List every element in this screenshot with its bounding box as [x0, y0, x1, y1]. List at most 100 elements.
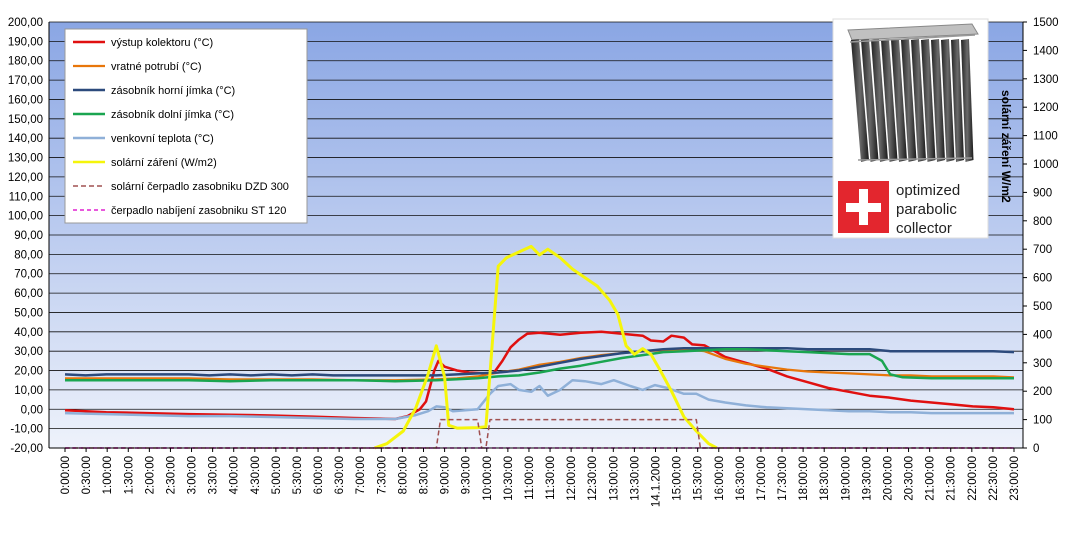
x-tick-label: 7:00:00 [355, 456, 367, 494]
legend-label: čerpadlo nabíjení zasobniku ST 120 [111, 205, 286, 217]
legend-label: vratné potrubí (°C) [111, 61, 202, 73]
logo-text-line1: optimized [896, 182, 960, 199]
y-tick-label: 180,00 [8, 56, 43, 68]
y-tick-label: 140,00 [8, 133, 43, 145]
y2-tick-label: 600 [1033, 273, 1052, 285]
x-tick-label: 6:30:00 [334, 456, 346, 494]
x-tick-label: 13:30:00 [629, 456, 641, 501]
y2-tick-label: 1400 [1033, 45, 1059, 57]
legend-label: solární záření (W/m2) [111, 157, 217, 169]
y2-tick-label: 1100 [1033, 131, 1058, 143]
y2-tick-label: 0 [1033, 443, 1039, 455]
x-tick-label: 2:30:00 [165, 456, 177, 494]
y2-tick-label: 500 [1033, 301, 1052, 313]
x-tick-label: 14.1.2000 [650, 456, 662, 507]
y2-tick-label: 900 [1033, 187, 1052, 199]
x-tick-label: 0:30:00 [81, 456, 93, 494]
y-tick-label: -10,00 [10, 424, 43, 436]
x-tick-label: 21:30:00 [946, 456, 958, 501]
y-tick-label: 110,00 [9, 191, 43, 203]
logo-text-line3: collector [896, 220, 952, 237]
x-tick-label: 15:30:00 [693, 456, 705, 501]
y-tick-label: 70,00 [14, 269, 43, 281]
x-tick-label: 1:30:00 [123, 456, 135, 494]
x-tick-label: 12:30:00 [587, 456, 599, 501]
x-tick-label: 10:00:00 [482, 456, 494, 501]
legend-label: výstup kolektoru (°C) [111, 37, 213, 49]
x-tick-label: 16:30:00 [735, 456, 747, 501]
y2-tick-label: 400 [1033, 329, 1052, 341]
x-tick-label: 5:30:00 [292, 456, 304, 494]
x-tick-label: 1:00:00 [102, 456, 114, 494]
y-tick-label: 100,00 [8, 211, 43, 223]
y-tick-label: 50,00 [14, 307, 43, 319]
x-tick-label: 8:00:00 [397, 456, 409, 494]
x-tick-label: 22:30:00 [988, 456, 1000, 501]
chart: 200,00 190,00 180,00 170,00 160,00 150,00 140,… [8, 17, 1059, 507]
y2-tick-label: 1000 [1033, 159, 1059, 171]
y-tick-label: 80,00 [14, 249, 43, 261]
legend-box [64, 28, 308, 224]
x-tick-label: 4:30:00 [250, 456, 262, 494]
x-tick-label: 9:30:00 [461, 456, 473, 494]
x-tick-label: 19:30:00 [861, 456, 873, 501]
x-tick-label: 19:00:00 [840, 456, 852, 501]
y-tick-label: 0,00 [21, 404, 43, 416]
legend-label: zásobník dolní jímka (°C) [111, 109, 234, 121]
x-tick-label: 22:00:00 [967, 456, 979, 501]
x-tick-label: 6:00:00 [313, 456, 325, 494]
x-tick-label: 10:30:00 [503, 456, 515, 501]
legend-label: venkovní teplota (°C) [111, 133, 214, 145]
y-tick-label: 30,00 [14, 346, 43, 358]
y2-tick-label: 300 [1033, 358, 1052, 370]
y2-tick-label: 800 [1033, 216, 1052, 228]
y-tick-label: 170,00 [8, 75, 43, 87]
y2-tick-label: 700 [1033, 244, 1052, 256]
logo-text-line2: parabolic [896, 201, 957, 218]
x-tick-label: 2:00:00 [144, 456, 156, 494]
x-tick-label: 11:00:00 [524, 456, 536, 500]
y-tick-label: 160,00 [8, 94, 43, 106]
y2-tick-label: 100 [1033, 415, 1052, 427]
x-tick-label: 8:30:00 [419, 456, 431, 494]
y-tick-label: 200,00 [8, 17, 43, 29]
x-tick-label: 15:00:00 [672, 456, 684, 501]
y-tick-label: 40,00 [14, 327, 43, 339]
x-tick-label: 17:00:00 [756, 456, 768, 501]
y-tick-label: 60,00 [14, 288, 43, 300]
y-tick-label: 10,00 [14, 385, 43, 397]
y2-tick-label: 1300 [1033, 74, 1059, 86]
x-tick-label: 16:00:00 [714, 456, 726, 501]
x-tick-label: 0:00:00 [60, 456, 72, 494]
x-tick-label: 4:00:00 [229, 456, 241, 494]
x-tick-label: 3:00:00 [187, 456, 199, 494]
y2-tick-label: 200 [1033, 386, 1052, 398]
x-tick-label: 21:00:00 [925, 456, 937, 501]
x-tick-label: 17:30:00 [777, 456, 789, 501]
x-tick-label: 13:00:00 [608, 456, 620, 501]
y-tick-label: 120,00 [8, 172, 43, 184]
y2-axis-title: solární záření W/m2 [999, 90, 1013, 203]
x-tick-label: 11:30:00 [545, 456, 557, 500]
y-tick-label: -20,00 [10, 443, 43, 455]
x-tick-label: 5:00:00 [271, 456, 283, 494]
legend-label: solární čerpadlo zasobniku DZD 300 [111, 181, 289, 193]
swiss-cross-h [846, 203, 881, 212]
x-tick-label: 20:00:00 [882, 456, 894, 501]
y-tick-label: 20,00 [14, 366, 43, 378]
y-tick-label: 150,00 [8, 114, 43, 126]
x-tick-label: 18:30:00 [819, 456, 831, 501]
y2-tick-label: 1500 [1033, 17, 1059, 29]
x-tick-label: 3:30:00 [208, 456, 220, 494]
legend: výstup kolektoru (°C) vratné potrubí (°C)… [64, 28, 308, 224]
y-tick-label: 90,00 [14, 230, 43, 242]
legend-label: zásobník horní jímka (°C) [111, 85, 235, 97]
x-tick-label: 20:30:00 [904, 456, 916, 501]
x-tick-label: 7:30:00 [376, 456, 388, 494]
x-tick-label: 23:00:00 [1009, 456, 1021, 501]
collector-logo: optimized parabolic collector [832, 18, 989, 239]
y-tick-label: 190,00 [8, 36, 43, 48]
x-tick-label: 18:00:00 [798, 456, 810, 501]
y-tick-label: 130,00 [8, 153, 43, 165]
x-tick-label: 12:00:00 [566, 456, 578, 501]
